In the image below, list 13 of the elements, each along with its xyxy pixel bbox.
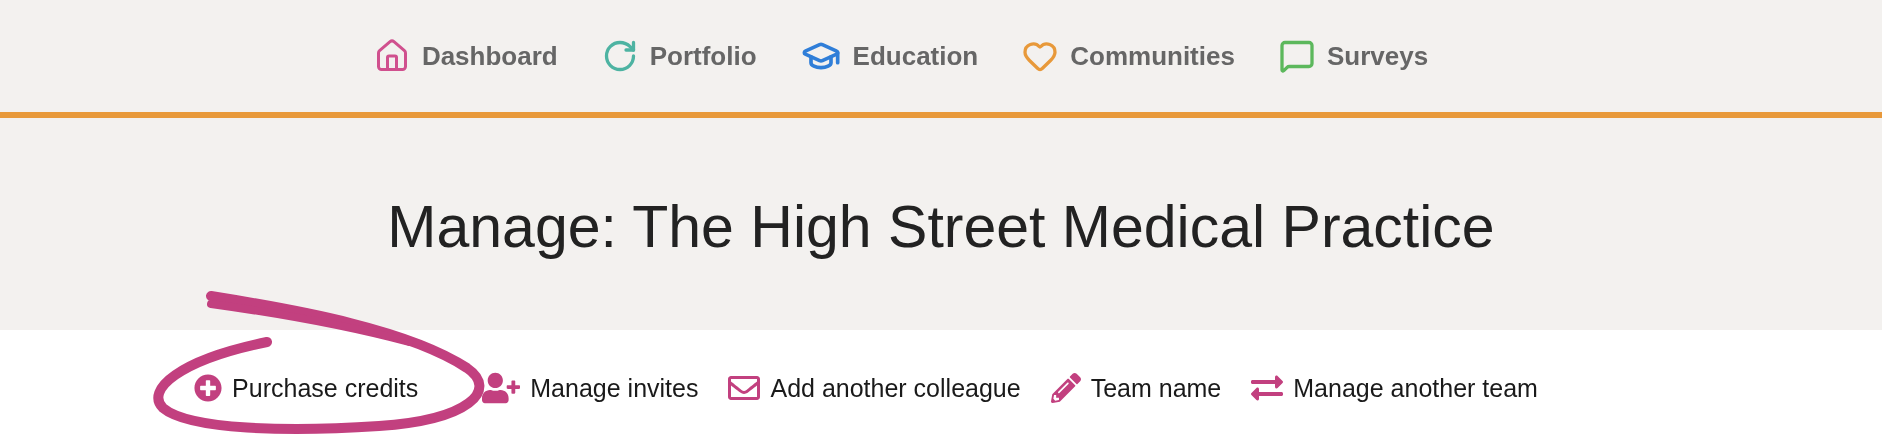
nav-link[interactable]: Education	[800, 36, 979, 76]
nav-link[interactable]: Surveys	[1278, 38, 1429, 74]
action-link[interactable]: Manage invites	[482, 369, 699, 407]
action-link[interactable]: Team name	[1050, 373, 1222, 403]
action-link[interactable]: Add another colleague	[728, 372, 1021, 404]
chat-bubble-icon	[1278, 38, 1315, 74]
action-link[interactable]: Purchase credits	[194, 373, 419, 403]
nav-link[interactable]: Portfolio	[601, 38, 757, 74]
page-title: Manage: The High Street Medical Practice	[387, 193, 1495, 261]
pencil-icon	[1050, 373, 1081, 403]
action-link[interactable]: Manage another team	[1251, 372, 1538, 404]
nav-link[interactable]: Communities	[1022, 38, 1235, 74]
nav-link[interactable]: Dashboard	[373, 38, 558, 74]
